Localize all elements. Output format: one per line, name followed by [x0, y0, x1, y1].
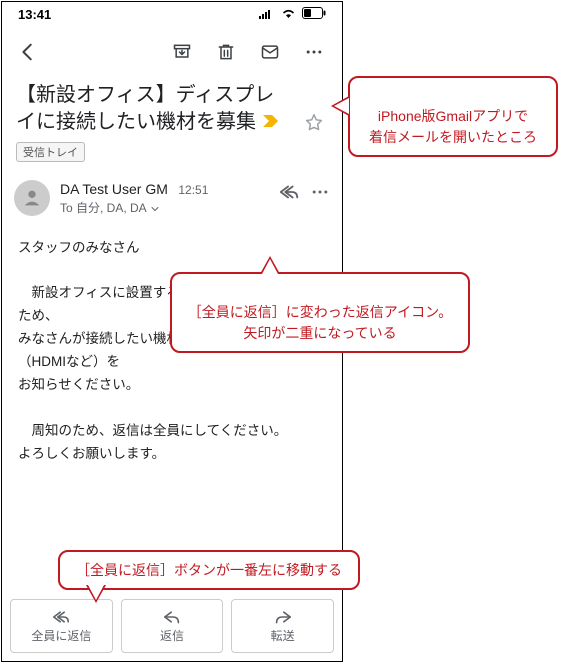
inbox-label[interactable]: 受信トレイ — [16, 142, 85, 162]
delete-button[interactable] — [208, 34, 244, 70]
more-menu-button[interactable] — [296, 34, 332, 70]
subject-row: 【新設オフィス】ディスプレイに接続したい機材を募集 — [2, 78, 342, 136]
archive-button[interactable] — [164, 34, 200, 70]
callout-2: ［全員に返信］に変わった返信アイコン。 矢印が二重になっている — [170, 272, 470, 353]
status-icons — [259, 7, 326, 22]
sender-info: DA Test User GM 12:51 To 自分, DA, DA — [60, 180, 268, 216]
callout-2-tail — [260, 256, 280, 274]
recipients-text: To 自分, DA, DA — [60, 201, 147, 217]
important-marker-icon[interactable] — [262, 109, 280, 136]
callout-3-tail — [86, 585, 106, 603]
callout-1-text: iPhone版Gmailアプリで 着信メールを開いたところ — [369, 108, 537, 144]
callout-1: iPhone版Gmailアプリで 着信メールを開いたところ — [348, 76, 558, 157]
status-bar: 13:41 — [2, 2, 342, 26]
callout-2-text: ［全員に返信］に変わった返信アイコン。 矢印が二重になっている — [188, 304, 452, 340]
bottom-action-bar: 全員に返信 返信 転送 — [10, 599, 334, 653]
subject-text: 【新設オフィス】ディスプレイに接続したい機材を募集 — [16, 84, 274, 133]
back-button[interactable] — [10, 34, 46, 70]
reply-all-icon — [51, 609, 71, 625]
message-actions — [278, 180, 330, 207]
status-time: 13:41 — [18, 7, 51, 22]
avatar[interactable] — [14, 180, 50, 216]
message-more-button[interactable] — [310, 182, 330, 207]
email-subject: 【新設オフィス】ディスプレイに接続したい機材を募集 — [16, 82, 294, 136]
forward-button[interactable]: 転送 — [231, 599, 334, 653]
signal-icon — [259, 7, 275, 22]
recipients-toggle[interactable]: To 自分, DA, DA — [60, 201, 268, 217]
sender-name: DA Test User GM — [60, 181, 168, 197]
reply-all-label: 全員に返信 — [31, 627, 91, 644]
star-button[interactable] — [300, 82, 328, 134]
sender-time: 12:51 — [178, 183, 208, 197]
reply-all-icon[interactable] — [278, 182, 300, 207]
reply-icon — [162, 609, 182, 625]
reply-label: 返信 — [160, 627, 184, 644]
forward-icon — [273, 609, 293, 625]
message-toolbar — [2, 26, 342, 78]
callout-3-text: ［全員に返信］ボタンが一番左に移動する — [76, 562, 342, 578]
sender-row: DA Test User GM 12:51 To 自分, DA, DA — [2, 162, 342, 222]
reply-button[interactable]: 返信 — [121, 599, 224, 653]
wifi-icon — [281, 7, 296, 22]
mark-unread-button[interactable] — [252, 34, 288, 70]
forward-label: 転送 — [271, 627, 295, 644]
reply-all-button[interactable]: 全員に返信 — [10, 599, 113, 653]
battery-icon — [302, 7, 326, 22]
callout-1-tail — [331, 96, 349, 116]
chevron-down-icon — [149, 203, 161, 215]
